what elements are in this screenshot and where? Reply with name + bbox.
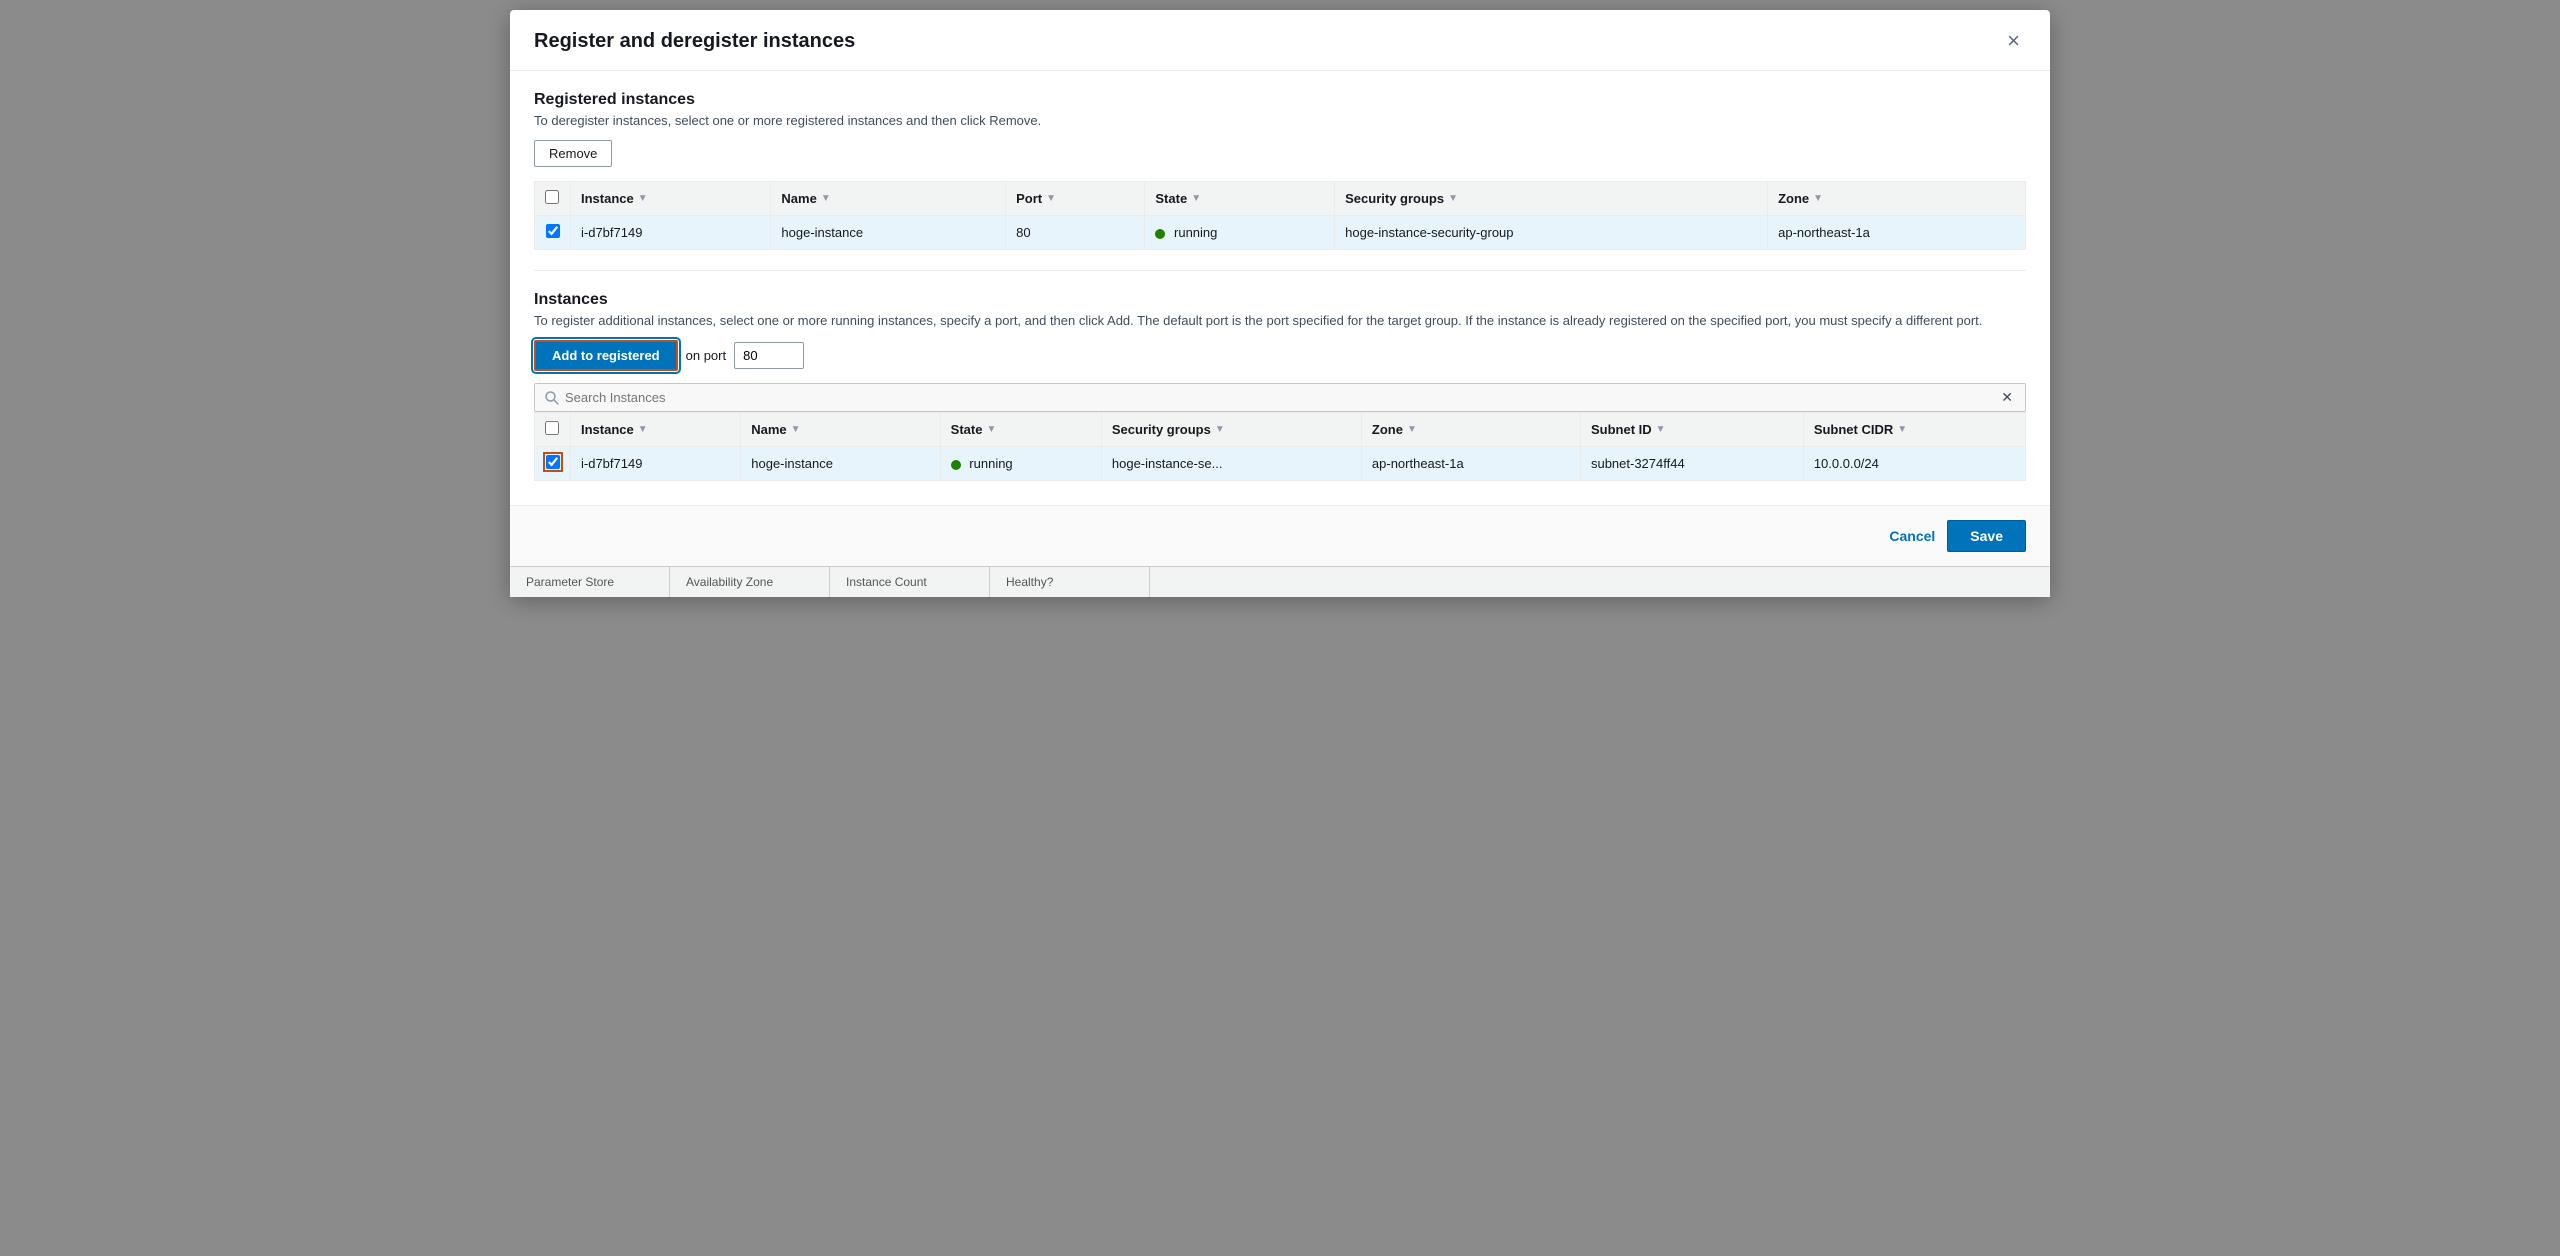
bottom-bar-item-availability-zone: Availability Zone	[670, 567, 830, 597]
inst-cidr-sort-icon: ▼	[1897, 424, 1907, 435]
registered-row-name: hoge-instance	[771, 216, 1006, 250]
modal-footer: Cancel Save	[510, 505, 2050, 566]
registered-table-body: i-d7bf7149 hoge-instance 80 running hoge…	[535, 216, 2026, 250]
instances-row-instance: i-d7bf7149	[571, 447, 741, 481]
instances-header-checkbox-cell	[535, 413, 571, 447]
instances-section-desc: To register additional instances, select…	[534, 313, 2026, 328]
instances-row-subnet-cidr: 10.0.0.0/24	[1803, 447, 2025, 481]
registered-row-state: running	[1145, 216, 1335, 250]
registered-row-security-groups: hoge-instance-security-group	[1335, 216, 1768, 250]
registered-table-header-row: Instance ▼ Name ▼	[535, 182, 2026, 216]
inst-state-sort-icon: ▼	[986, 424, 996, 435]
inst-subnet-sort-icon: ▼	[1656, 424, 1666, 435]
registered-row-checkbox[interactable]	[546, 224, 560, 238]
search-instances-input[interactable]	[565, 390, 1999, 405]
instances-table-head: Instance ▼ Name ▼	[535, 413, 2026, 447]
instances-col-subnet-id: Subnet ID ▼	[1580, 413, 1803, 447]
cancel-button[interactable]: Cancel	[1889, 528, 1935, 544]
search-bar: ✕	[534, 383, 2026, 412]
registered-section-title: Registered instances	[534, 91, 2026, 109]
port-sort-icon: ▼	[1046, 193, 1056, 204]
on-port-label: on port	[686, 348, 726, 363]
instances-table-header-row: Instance ▼ Name ▼	[535, 413, 2026, 447]
instances-table-row: i-d7bf7149 hoge-instance running hoge-in…	[535, 447, 2026, 481]
registered-table: Instance ▼ Name ▼	[534, 181, 2026, 250]
inst-instance-sort-icon: ▼	[638, 424, 648, 435]
instances-select-all-checkbox[interactable]	[545, 421, 559, 435]
instances-col-instance: Instance ▼	[571, 413, 741, 447]
instances-col-security-groups: Security groups ▼	[1101, 413, 1361, 447]
add-row: Add to registered on port	[534, 340, 2026, 371]
search-icon	[545, 391, 559, 405]
clear-search-button[interactable]: ✕	[1999, 389, 2015, 406]
registered-col-zone: Zone ▼	[1768, 182, 2026, 216]
registered-row-instance: i-d7bf7149	[571, 216, 771, 250]
instances-col-zone: Zone ▼	[1361, 413, 1580, 447]
instance-sort-icon: ▼	[638, 193, 648, 204]
registered-col-state: State ▼	[1145, 182, 1335, 216]
sg-sort-icon: ▼	[1448, 193, 1458, 204]
bottom-bar-item-healthy: Healthy?	[990, 567, 1150, 597]
registered-col-name: Name ▼	[771, 182, 1006, 216]
registered-table-head: Instance ▼ Name ▼	[535, 182, 2026, 216]
modal-body: Registered instances To deregister insta…	[510, 71, 2050, 505]
registered-col-security-groups: Security groups ▼	[1335, 182, 1768, 216]
registered-row-port: 80	[1006, 216, 1145, 250]
registered-header-checkbox	[535, 182, 571, 216]
instances-row-security-groups: hoge-instance-se...	[1101, 447, 1361, 481]
inst-sg-sort-icon: ▼	[1215, 424, 1225, 435]
inst-state-dot	[951, 460, 961, 470]
instances-section-title: Instances	[534, 291, 2026, 309]
instances-row-checkbox[interactable]	[546, 455, 560, 469]
modal-backdrop: Register and deregister instances × Regi…	[0, 0, 2560, 1256]
modal-title: Register and deregister instances	[534, 30, 855, 53]
bottom-bar-item-parameter-store: Parameter Store	[510, 567, 670, 597]
registered-col-instance: Instance ▼	[571, 182, 771, 216]
registered-section-desc: To deregister instances, select one or m…	[534, 113, 2026, 128]
bottom-bar: Parameter Store Availability Zone Instan…	[510, 566, 2050, 597]
close-button[interactable]: ×	[2001, 28, 2026, 54]
zone-sort-icon: ▼	[1813, 193, 1823, 204]
registered-row-zone: ap-northeast-1a	[1768, 216, 2026, 250]
instances-section: Instances To register additional instanc…	[534, 291, 2026, 481]
section-divider	[534, 270, 2026, 271]
instances-row-name: hoge-instance	[741, 447, 940, 481]
name-sort-icon: ▼	[821, 193, 831, 204]
bottom-bar-item-instance-count: Instance Count	[830, 567, 990, 597]
registered-col-port: Port ▼	[1006, 182, 1145, 216]
instances-col-state: State ▼	[940, 413, 1101, 447]
instances-row-zone: ap-northeast-1a	[1361, 447, 1580, 481]
instances-table: Instance ▼ Name ▼	[534, 412, 2026, 481]
registered-section: Registered instances To deregister insta…	[534, 91, 2026, 250]
modal-dialog: Register and deregister instances × Regi…	[510, 10, 2050, 597]
instances-row-subnet-id: subnet-3274ff44	[1580, 447, 1803, 481]
save-button[interactable]: Save	[1947, 520, 2026, 552]
instances-row-checkbox-cell	[535, 447, 571, 481]
modal-header: Register and deregister instances ×	[510, 10, 2050, 71]
registered-table-row: i-d7bf7149 hoge-instance 80 running hoge…	[535, 216, 2026, 250]
instances-col-subnet-cidr: Subnet CIDR ▼	[1803, 413, 2025, 447]
instances-col-name: Name ▼	[741, 413, 940, 447]
instances-table-body: i-d7bf7149 hoge-instance running hoge-in…	[535, 447, 2026, 481]
state-sort-icon: ▼	[1191, 193, 1201, 204]
add-to-registered-button[interactable]: Add to registered	[534, 340, 678, 371]
registered-state-dot	[1155, 229, 1165, 239]
port-input[interactable]	[734, 342, 804, 369]
inst-zone-sort-icon: ▼	[1407, 424, 1417, 435]
registered-row-checkbox-cell	[535, 216, 571, 250]
registered-select-all-checkbox[interactable]	[545, 190, 559, 204]
inst-name-sort-icon: ▼	[791, 424, 801, 435]
instances-row-state: running	[940, 447, 1101, 481]
remove-button[interactable]: Remove	[534, 140, 612, 167]
